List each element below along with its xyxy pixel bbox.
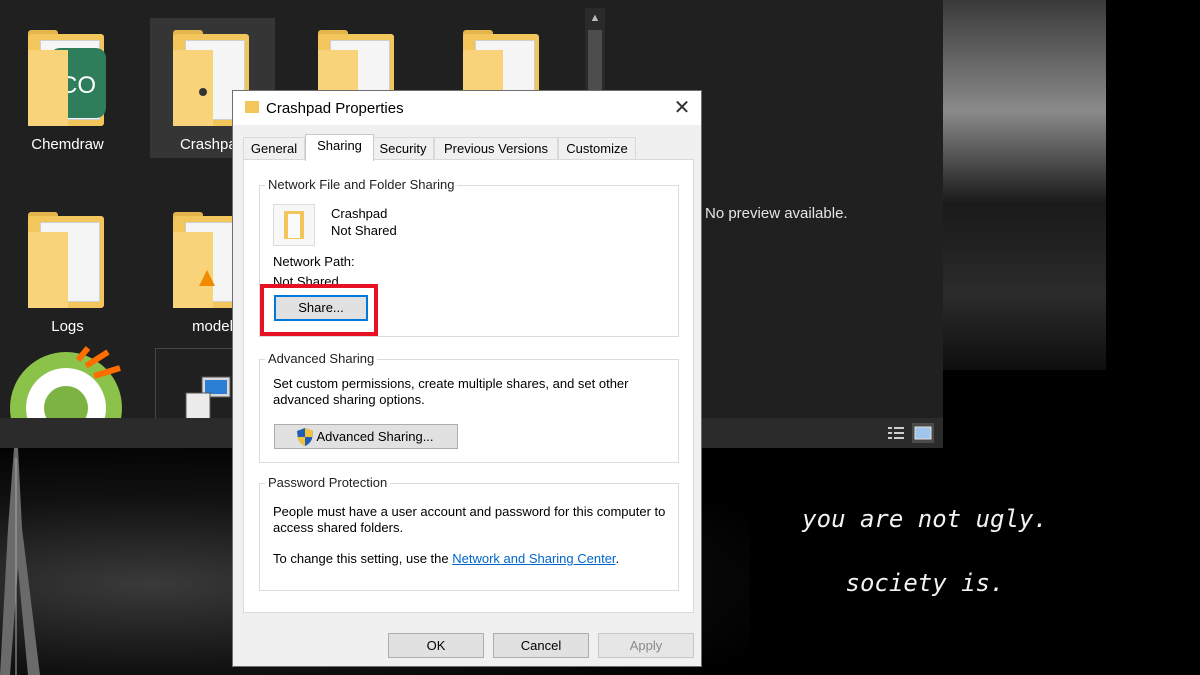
group-title: Advanced Sharing: [265, 351, 378, 366]
tab-previous-versions[interactable]: Previous Versions: [434, 137, 558, 160]
close-icon[interactable]: ✕: [665, 94, 699, 122]
network-path-label: Network Path:: [273, 254, 355, 269]
folder-name: Crashpad: [331, 206, 388, 221]
wallpaper-quote-line2: society is.: [845, 569, 1005, 597]
network-sharing-center-link[interactable]: Network and Sharing Center: [452, 551, 615, 566]
advanced-sharing-button-label: Advanced Sharing...: [316, 429, 434, 444]
wallpaper-image-top-right: [943, 0, 1106, 370]
group-title: Network File and Folder Sharing: [265, 177, 458, 192]
folder-icon: [245, 101, 259, 113]
group-title: Password Protection: [265, 475, 391, 490]
tab-security[interactable]: Security: [372, 137, 434, 160]
apply-button[interactable]: Apply: [598, 633, 694, 658]
tab-general[interactable]: General: [243, 137, 305, 160]
folder-share-status: Not Shared: [331, 223, 397, 238]
password-protection-description: People must have a user account and pass…: [273, 504, 666, 535]
change-setting-prefix: To change this setting, use the: [273, 551, 453, 566]
wallpaper-quote-line1: you are not ugly.: [802, 505, 1048, 533]
folder-icon: CO: [27, 30, 108, 130]
change-setting-suffix: .: [615, 551, 620, 566]
properties-dialog: Crashpad Properties ✕ General Sharing Se…: [232, 90, 702, 667]
tab-customize[interactable]: Customize: [558, 137, 636, 160]
cancel-button[interactable]: Cancel: [493, 633, 589, 658]
dialog-titlebar[interactable]: Crashpad Properties ✕: [233, 91, 701, 125]
advanced-sharing-group: Advanced Sharing Set custom permissions,…: [259, 351, 679, 463]
installer-icon: [185, 376, 231, 419]
vlc-icon: [198, 270, 215, 286]
scroll-up-arrow-icon[interactable]: ▲: [585, 8, 605, 28]
details-view-icon[interactable]: [885, 423, 907, 443]
coccoc-app-icon[interactable]: [8, 346, 128, 418]
password-protection-group: Password Protection People must have a u…: [259, 475, 679, 591]
dialog-title: Crashpad Properties: [266, 100, 404, 117]
eiffel-tower-image: [0, 448, 40, 675]
preview-pane-message: No preview available.: [705, 205, 848, 222]
share-button-highlight-box: [260, 284, 378, 336]
sharing-tab-panel: Network File and Folder Sharing Crashpad…: [243, 159, 694, 613]
file-item-logs[interactable]: Logs: [5, 200, 130, 340]
file-label: Chemdraw: [31, 136, 104, 153]
tab-sharing[interactable]: Sharing: [305, 134, 374, 161]
advanced-sharing-button[interactable]: Advanced Sharing...: [274, 424, 458, 449]
large-icons-view-icon[interactable]: [912, 423, 934, 443]
folder-icon: [27, 212, 108, 312]
file-item-chemdraw[interactable]: CO Chemdraw: [5, 18, 130, 158]
change-setting-text: To change this setting, use the Network …: [273, 551, 619, 566]
ok-button[interactable]: OK: [388, 633, 484, 658]
uac-shield-icon: [297, 428, 313, 446]
advanced-sharing-description: Set custom permissions, create multiple …: [273, 376, 629, 407]
folder-icon: [273, 204, 315, 246]
file-label: Logs: [51, 318, 84, 335]
